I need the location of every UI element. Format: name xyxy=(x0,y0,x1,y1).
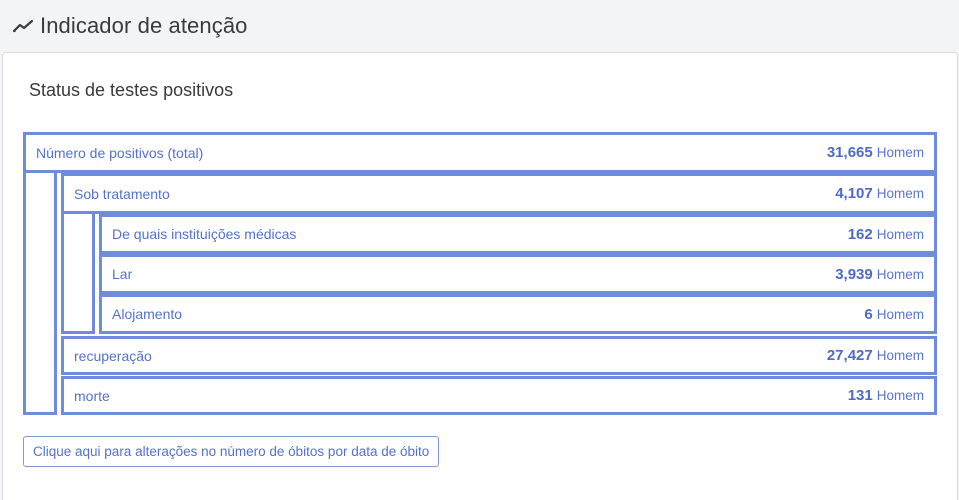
row-medical-institutions: De quais instituições médicas 162 Homem xyxy=(99,214,937,254)
page-header: Indicador de atenção xyxy=(0,0,959,52)
row-value: 6 xyxy=(864,305,873,323)
row-value: 4,107 xyxy=(835,185,873,202)
row-label: De quais instituições médicas xyxy=(112,226,297,242)
row-label: recuperação xyxy=(74,347,152,364)
row-unit: Homem xyxy=(876,145,924,160)
card-title: Status de testes positivos xyxy=(29,80,234,100)
row-unit: Homem xyxy=(876,348,924,363)
row-value: 162 xyxy=(847,225,873,243)
row-home: Lar 3,939 Homem xyxy=(99,254,937,294)
row-value: 31,665 xyxy=(826,144,873,161)
row-value: 27,427 xyxy=(826,347,873,364)
tree-bracket-total xyxy=(23,132,57,415)
row-unit: Homem xyxy=(876,388,924,403)
row-label: Sob tratamento xyxy=(74,185,170,202)
row-label: morte xyxy=(74,387,110,404)
row-label: Alojamento xyxy=(112,306,183,322)
row-label: Lar xyxy=(112,266,133,282)
row-lodging: Alojamento 6 Homem xyxy=(99,294,937,334)
trend-line-icon xyxy=(12,19,34,33)
row-unit: Homem xyxy=(876,186,924,201)
deaths-by-date-link-button[interactable]: Clique aqui para alterações no número de… xyxy=(23,436,440,467)
row-total: Número de positivos (total) 31,665 Homem xyxy=(23,132,937,173)
row-unit: Homem xyxy=(876,306,924,322)
row-label: Número de positivos (total) xyxy=(36,144,204,161)
row-value: 131 xyxy=(847,387,873,404)
page-title: Indicador de atenção xyxy=(40,13,248,38)
row-death: morte 131 Homem xyxy=(61,376,937,415)
row-unit: Homem xyxy=(876,226,924,242)
row-unit: Homem xyxy=(876,266,924,282)
row-recovery: recuperação 27,427 Homem xyxy=(61,336,937,375)
row-under-treatment: Sob tratamento 4,107 Homem xyxy=(61,173,937,214)
row-value: 3,939 xyxy=(835,265,873,283)
